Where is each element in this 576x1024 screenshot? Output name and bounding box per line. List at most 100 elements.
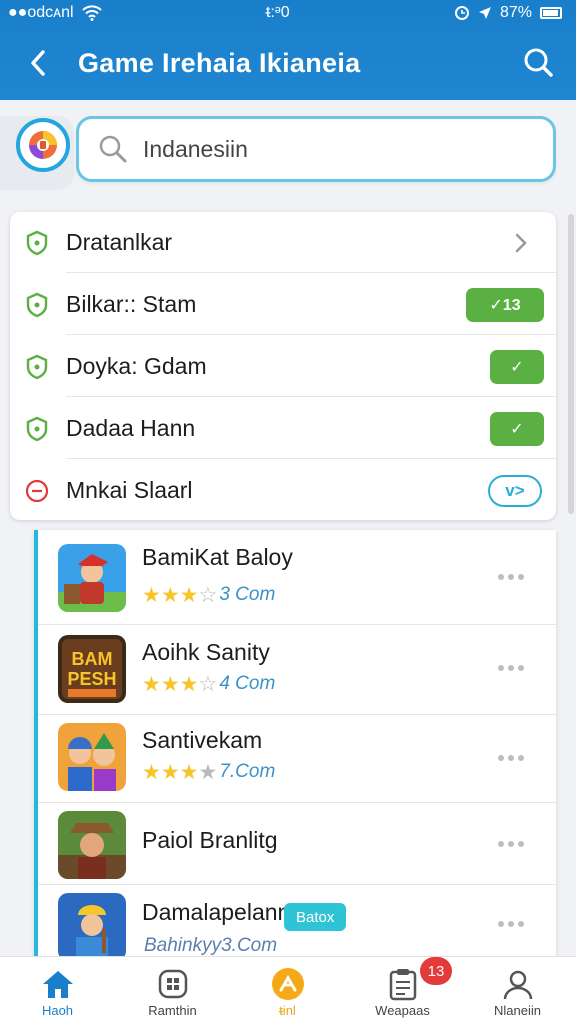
- divider: [66, 458, 556, 459]
- nav-profile[interactable]: Nlaneiin: [460, 957, 575, 1024]
- game-title: Paiol Branlitg: [142, 827, 278, 853]
- page-title: Game Irehaia Ikianeia: [78, 47, 361, 78]
- clipboard-icon: [386, 967, 420, 1001]
- category-label: Dadaa Hann: [66, 415, 196, 441]
- badge-label: v>: [505, 480, 525, 500]
- rating-text: 7.Com: [219, 761, 276, 782]
- game-list: BamiKat Baloy ★ ★ ★ ☆ 3 Com BAM PESH Aoihk …: [34, 530, 556, 960]
- game-row[interactable]: BamiKat Baloy ★ ★ ★ ☆ 3 Com: [38, 530, 556, 625]
- more-options-button[interactable]: [498, 753, 528, 763]
- category-badge[interactable]: ✓: [490, 411, 544, 446]
- nav-games[interactable]: ᵵinl: [230, 957, 345, 1024]
- category-item[interactable]: Doyka: Gdam ✓: [10, 336, 556, 397]
- shield-icon: [26, 416, 48, 442]
- game-thumbnail-miner: [58, 893, 126, 960]
- rating-text: Bahinkyy3.Com: [144, 935, 278, 956]
- back-button[interactable]: [18, 43, 58, 83]
- category-label: Dratanlkar: [66, 229, 173, 255]
- star-outline-icon: ☆: [198, 672, 218, 696]
- battery-icon: [540, 7, 562, 19]
- game-title: BamiKat Baloy: [142, 544, 293, 570]
- nav-home[interactable]: Haoh: [0, 957, 115, 1024]
- category-list: Dratanlkar Bilkar:: Stam ✓13 Doyka: Gdam…: [10, 212, 556, 520]
- wifi-icon: [81, 5, 102, 21]
- game-thumbnail-title: BAM PESH: [58, 635, 126, 703]
- search-input[interactable]: [143, 135, 503, 163]
- category-badge[interactable]: ✓: [490, 349, 544, 384]
- game-title: Aoihk Sanity: [142, 639, 270, 665]
- category-item[interactable]: Bilkar:: Stam ✓13: [10, 274, 556, 335]
- minus-circle-icon: [25, 479, 49, 503]
- star-icon: ★: [142, 760, 161, 784]
- svg-text:BAM: BAM: [72, 649, 113, 669]
- nav-label: ᵵinl: [279, 1003, 296, 1018]
- game-rating: ★ ★ ★ ☆ 4 Com: [142, 673, 275, 695]
- star-outline-icon: ★: [198, 760, 218, 784]
- shield-icon: [26, 230, 48, 256]
- star-icon: ★: [179, 583, 199, 607]
- shield-icon: [26, 354, 48, 380]
- star-outline-icon: ☆: [198, 583, 218, 607]
- category-badge[interactable]: ✓13: [466, 287, 544, 322]
- shield-icon: [26, 292, 48, 318]
- search-box[interactable]: [76, 116, 556, 182]
- game-thumbnail-knight: [58, 544, 126, 612]
- more-options-button[interactable]: [498, 663, 528, 673]
- star-icon: ★: [160, 583, 180, 607]
- game-thumbnail-cowboy: [58, 811, 126, 879]
- header-search-button[interactable]: [518, 42, 558, 82]
- nav-label: Ramthin: [148, 1003, 197, 1018]
- svg-text:PESH: PESH: [67, 669, 116, 689]
- star-icon: ★: [160, 760, 180, 784]
- game-row[interactable]: Santivekam ★ ★ ★ ★ 7.Com: [38, 715, 556, 803]
- divider: [66, 272, 556, 273]
- category-label: Doyka: Gdam: [66, 353, 207, 379]
- carrier-label: ●●ᴏdcᴀnl: [8, 4, 74, 21]
- top-bar: ●●ᴏdcᴀnl ᵵ:ᵊ0 87% Game Irehaia Ikianeia: [0, 0, 576, 100]
- game-title: Damalapelann: [142, 899, 291, 925]
- star-icon: ★: [142, 672, 161, 696]
- category-item[interactable]: Dratanlkar: [10, 212, 556, 273]
- category-badge[interactable]: v>: [488, 474, 542, 507]
- more-options-button[interactable]: [498, 572, 528, 582]
- game-row[interactable]: Paiol Branlitg: [38, 803, 556, 885]
- game-thumbnail-heroes: [58, 723, 126, 791]
- badge-label: ✓13: [489, 296, 521, 314]
- bottom-navigation: Haoh Ramthin ᵵinl Weapaas 13 Nlaneiin: [0, 956, 576, 1024]
- location-icon: [478, 7, 491, 19]
- app-header: Game Irehaia Ikianeia: [0, 26, 576, 100]
- game-tag: Batox: [284, 903, 347, 931]
- scrollbar[interactable]: [568, 214, 574, 514]
- game-rating: ★ ★ ★ ★ 7.Com: [142, 761, 275, 783]
- nav-label: Nlaneiin: [494, 1003, 541, 1018]
- chevron-right-icon: [515, 233, 527, 253]
- rating-text: 4 Com: [219, 673, 276, 694]
- badge-label: ✓: [510, 420, 524, 438]
- alarm-icon: [454, 6, 469, 20]
- battery-percent: 87%: [499, 4, 532, 21]
- back-arrow-icon: [31, 50, 45, 76]
- badge-label: ✓: [510, 358, 524, 376]
- divider: [66, 396, 556, 397]
- category-item[interactable]: Dadaa Hann ✓: [10, 398, 556, 459]
- star-icon: ★: [160, 672, 180, 696]
- star-icon: ★: [179, 760, 199, 784]
- divider: [66, 334, 556, 335]
- game-row[interactable]: Damalapelann Batox Bahinkyy3.Com: [38, 885, 556, 960]
- game-rating: ★ ★ ★ ☆ 3 Com: [142, 584, 275, 606]
- star-icon: ★: [179, 672, 199, 696]
- nav-label: Haoh: [41, 1003, 74, 1018]
- app-logo[interactable]: [16, 118, 70, 172]
- more-options-button[interactable]: [498, 919, 528, 929]
- grid-icon: [156, 967, 190, 1001]
- category-label: Mnkai Slaarl: [66, 477, 193, 503]
- more-options-button[interactable]: [498, 839, 528, 849]
- home-icon: [41, 967, 75, 1001]
- search-row: [0, 100, 576, 200]
- search-icon: [99, 135, 127, 163]
- game-title: Santivekam: [142, 727, 263, 753]
- nav-ranking[interactable]: Ramthin: [115, 957, 230, 1024]
- nav-label: Weapaas: [375, 1003, 430, 1018]
- category-item[interactable]: Mnkai Slaarl v>: [10, 460, 556, 520]
- game-row[interactable]: BAM PESH Aoihk Sanity ★ ★ ★ ☆ 4 Com: [38, 625, 556, 715]
